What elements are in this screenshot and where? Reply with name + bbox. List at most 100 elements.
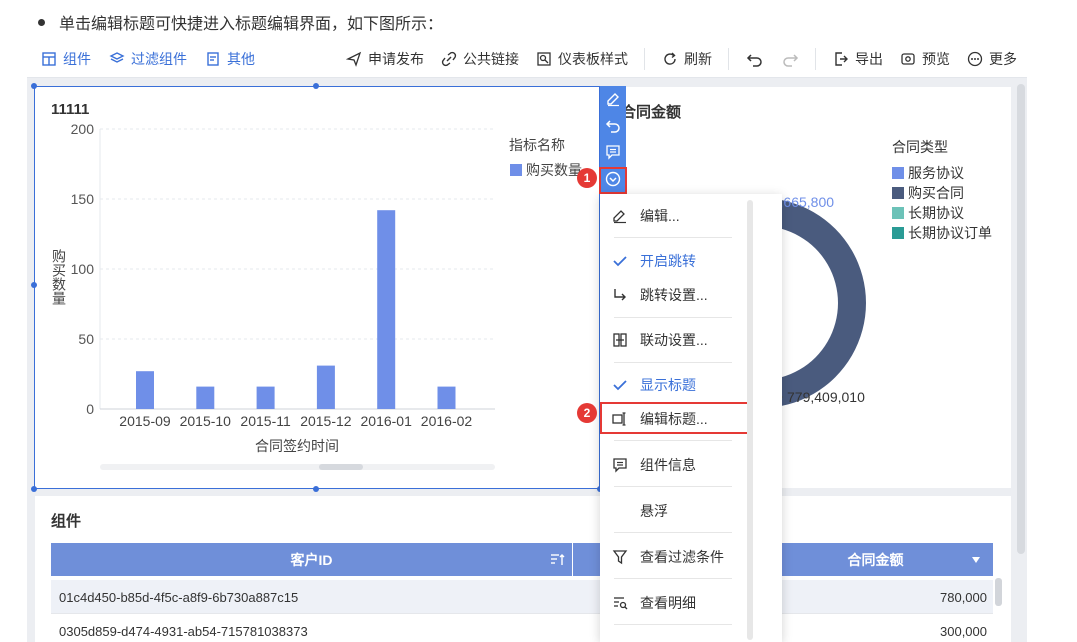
menu-item-label: 悬浮 (640, 503, 668, 519)
toolbar-divider (728, 48, 729, 70)
preview-icon (901, 53, 915, 65)
menu-divider (614, 317, 732, 318)
table-title: 组件 (51, 513, 82, 530)
comment-icon[interactable] (605, 144, 621, 160)
menu-divider (614, 362, 732, 363)
toolbar-export-label: 导出 (855, 51, 883, 67)
filter-icon (612, 550, 628, 565)
info-icon (613, 458, 627, 473)
toolbar-undo-button[interactable] (746, 51, 764, 67)
cell-amount: 300,000 (940, 624, 987, 639)
menu-item-label: 开启跳转 (640, 253, 696, 269)
pie-legend-item[interactable]: 长期协议 (892, 203, 992, 223)
legend-label: 服务协议 (908, 165, 964, 181)
sort-icon[interactable] (550, 553, 566, 567)
toolbar-public-link-button[interactable]: 公共链接 (441, 49, 519, 69)
header-label: 客户ID (290, 551, 333, 568)
bullet-dot (38, 18, 45, 26)
caret-down-icon[interactable] (971, 556, 981, 564)
legend-swatch (892, 207, 904, 219)
menu-item-label: 联动设置... (640, 332, 708, 348)
table-scrollbar[interactable] (995, 578, 1002, 606)
toolbar-preview-button[interactable]: 预览 (900, 49, 950, 69)
toolbar-refresh-button[interactable]: 刷新 (662, 49, 712, 69)
table-row[interactable]: 01c4d450-b85d-4f5c-a8f9-6b730a887c15 780… (51, 580, 993, 614)
toolbar-divider (644, 48, 645, 70)
toolbar-refresh-label: 刷新 (684, 51, 712, 67)
menu-divider (614, 486, 732, 487)
more-icon (967, 51, 983, 67)
resize-handle[interactable] (313, 83, 319, 89)
menu-scrollbar[interactable] (747, 200, 753, 640)
redo-icon (783, 54, 799, 67)
cell-customer-id: 0305d859-d474-4931-ab54-715781038373 (59, 624, 308, 639)
undo-icon[interactable] (605, 118, 621, 134)
resize-handle[interactable] (31, 282, 37, 288)
toolbar-export-button[interactable]: 导出 (833, 49, 883, 69)
check-icon (613, 380, 627, 391)
menu-item-label: 查看明细 (640, 595, 696, 611)
menu-divider (614, 532, 732, 533)
dropdown-highlight-box (599, 167, 627, 194)
menu-divider (614, 578, 732, 579)
toolbar: 组件 过滤组件 其他 申请发布 公共链接 仪表板样式 刷新 导出 预览 更多 (27, 40, 1027, 78)
edit-icon[interactable] (605, 91, 621, 107)
toolbar-component-label: 组件 (63, 50, 91, 67)
undo-icon (746, 54, 762, 67)
table-header-amount[interactable]: 合同金额 (758, 543, 993, 576)
pie-legend-item[interactable]: 长期协议订单 (892, 223, 992, 243)
menu-item-edit[interactable]: 编辑... (600, 201, 750, 231)
menu-item-label: 编辑... (640, 208, 680, 224)
menu-item-enable-jump[interactable]: 开启跳转 (600, 246, 750, 276)
menu-item-linkage-settings[interactable]: 联动设置... (600, 325, 750, 355)
toolbar-component-button[interactable]: 组件 (41, 49, 91, 69)
menu-divider (614, 624, 732, 625)
table-header-customer-id[interactable]: 客户ID (51, 543, 572, 576)
toolbar-preview-label: 预览 (922, 51, 950, 67)
jump-icon (614, 289, 626, 301)
menu-item-float[interactable]: 悬浮 (600, 496, 750, 526)
menu-item-label: 跳转设置... (640, 287, 708, 303)
toolbar-more-label: 更多 (989, 51, 1017, 67)
step-badge-1: 1 (577, 168, 597, 188)
menu-item-view-filter[interactable]: 查看过滤条件 (600, 542, 750, 572)
menu-item-show-title[interactable]: 显示标题 (600, 370, 750, 400)
toolbar-public-link-label: 公共链接 (463, 51, 519, 67)
toolbar-filter-component-label: 过滤组件 (131, 50, 187, 67)
link-icon (441, 51, 457, 67)
dashboard-scrollbar[interactable] (1017, 84, 1025, 554)
toolbar-publish-button[interactable]: 申请发布 (346, 49, 424, 69)
toolbar-style-button[interactable]: 仪表板样式 (536, 49, 628, 69)
edit-icon (613, 210, 626, 224)
legend-label: 长期协议 (908, 205, 964, 221)
send-icon (346, 51, 362, 67)
table-row[interactable]: 0305d859-d474-4931-ab54-715781038373 300… (51, 614, 993, 642)
legend-label: 长期协议订单 (908, 225, 992, 241)
toolbar-other-label: 其他 (227, 50, 255, 67)
pie-legend-item[interactable]: 服务协议 (892, 163, 992, 183)
menu-item-label: 显示标题 (640, 377, 696, 393)
header-label: 合同金额 (847, 551, 904, 568)
menu-item-view-detail[interactable]: 查看明细 (600, 588, 750, 618)
other-icon (207, 51, 219, 66)
toolbar-style-label: 仪表板样式 (558, 51, 628, 67)
resize-handle[interactable] (31, 486, 37, 492)
menu-divider (614, 237, 732, 238)
toolbar-other-button[interactable]: 其他 (205, 49, 255, 69)
resize-handle[interactable] (31, 83, 37, 89)
linkage-icon (613, 333, 627, 347)
edit-title-highlight-box (600, 402, 751, 434)
legend-swatch (892, 187, 904, 199)
pie-legend-title: 合同类型 (892, 139, 948, 155)
legend-swatch (892, 167, 904, 179)
pie-legend-item[interactable]: 购买合同 (892, 183, 992, 203)
menu-item-component-info[interactable]: 组件信息 (600, 450, 750, 480)
menu-item-jump-settings[interactable]: 跳转设置... (600, 280, 750, 310)
toolbar-redo-button[interactable] (781, 51, 799, 67)
resize-handle[interactable] (313, 486, 319, 492)
cell-customer-id: 01c4d450-b85d-4f5c-a8f9-6b730a887c15 (59, 590, 299, 605)
toolbar-more-button[interactable]: 更多 (967, 49, 1017, 69)
widget-context-menu: 编辑... 开启跳转 跳转设置... 联动设置... 显示标题 编辑标题... (600, 194, 782, 642)
toolbar-filter-component-button[interactable]: 过滤组件 (109, 49, 187, 69)
dashboard-app: 组件 过滤组件 其他 申请发布 公共链接 仪表板样式 刷新 导出 预览 更多 1… (27, 40, 1027, 642)
